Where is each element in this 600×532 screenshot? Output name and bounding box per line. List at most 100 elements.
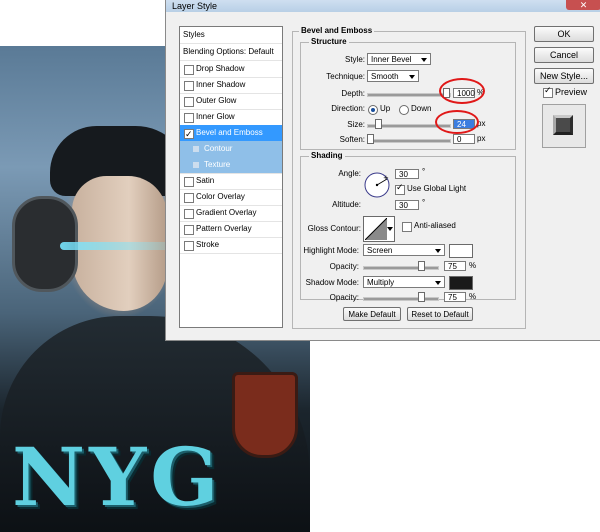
blending-options[interactable]: Blending Options: Default: [180, 44, 282, 61]
anti-aliased-label: Anti-aliased: [414, 221, 456, 230]
style-item-label: Drop Shadow: [196, 64, 245, 73]
svg-text:+: +: [383, 174, 389, 182]
style-item-satin[interactable]: Satin: [180, 173, 282, 190]
ok-button[interactable]: OK: [534, 26, 594, 42]
gloss-contour-picker[interactable]: [363, 216, 395, 242]
soften-slider-thumb[interactable]: [367, 134, 374, 144]
angle-dial-icon[interactable]: +: [363, 171, 391, 199]
checkbox[interactable]: [184, 193, 194, 203]
size-slider-thumb[interactable]: [375, 119, 382, 129]
close-button[interactable]: ✕: [566, 0, 600, 10]
chevron-down-icon[interactable]: [387, 227, 393, 231]
bevel-emboss-group: Bevel and Emboss Structure Style: Inner …: [292, 26, 526, 329]
checkbox[interactable]: [184, 97, 194, 107]
checkbox[interactable]: [184, 65, 194, 75]
style-item-inner-shadow[interactable]: Inner Shadow: [180, 77, 282, 94]
structure-group: Structure Style: Inner Bevel Technique: …: [300, 37, 516, 150]
checkbox[interactable]: [184, 209, 194, 219]
make-default-button[interactable]: Make Default: [343, 307, 401, 321]
highlight-opacity-label: Opacity:: [329, 262, 359, 271]
style-item-label: Bevel and Emboss: [196, 128, 263, 137]
anti-aliased-checkbox[interactable]: [402, 222, 412, 232]
soften-input[interactable]: 0: [453, 134, 475, 144]
style-item-label: Satin: [196, 176, 215, 185]
style-subitem-texture[interactable]: Texture: [180, 157, 282, 174]
style-item-label: Inner Glow: [196, 112, 235, 121]
direction-up-radio[interactable]: [368, 105, 378, 115]
reset-to-default-button[interactable]: Reset to Default: [407, 307, 473, 321]
use-global-light-checkbox[interactable]: [395, 182, 405, 195]
section-title: Bevel and Emboss: [299, 26, 375, 35]
style-item-color-overlay[interactable]: Color Overlay: [180, 189, 282, 206]
style-item-gradient-overlay[interactable]: Gradient Overlay: [180, 205, 282, 222]
title-bar: Layer Style ✕: [166, 0, 600, 12]
contour-icon: [193, 146, 199, 152]
altitude-unit: °: [422, 198, 426, 207]
checkbox[interactable]: [184, 81, 194, 91]
styles-header-label: Styles: [183, 30, 205, 39]
shadow-opacity-slider[interactable]: [363, 297, 439, 301]
angle-input[interactable]: 30: [395, 169, 419, 179]
depth-slider[interactable]: [367, 93, 451, 97]
style-item-outer-glow[interactable]: Outer Glow: [180, 93, 282, 110]
new-style-button[interactable]: New Style...: [534, 68, 594, 84]
shadow-opacity-input[interactable]: 75: [444, 292, 466, 302]
soften-unit: px: [477, 134, 486, 143]
shadow-opacity-label: Opacity:: [329, 293, 359, 302]
style-subitem-contour[interactable]: Contour: [180, 141, 282, 158]
checkbox[interactable]: [184, 113, 194, 123]
technique-label: Technique:: [326, 72, 365, 81]
checkbox[interactable]: [184, 177, 194, 187]
shading-title: Shading: [309, 151, 345, 160]
shadow-opacity-unit: %: [469, 292, 477, 301]
style-item-stroke[interactable]: Stroke: [180, 237, 282, 254]
style-item-label: Stroke: [196, 240, 220, 249]
shadow-opacity-thumb[interactable]: [418, 292, 425, 302]
highlight-color-swatch[interactable]: [449, 244, 473, 258]
texture-icon: [193, 162, 199, 168]
altitude-label: Altitude:: [332, 200, 361, 209]
depth-highlight-circle: [439, 78, 485, 104]
style-select[interactable]: Inner Bevel: [367, 53, 431, 65]
checkbox[interactable]: [184, 241, 194, 251]
style-item-drop-shadow[interactable]: Drop Shadow: [180, 61, 282, 78]
direction-down-radio[interactable]: [399, 105, 409, 115]
style-item-bevel-emboss[interactable]: Bevel and Emboss: [180, 125, 282, 142]
highlight-opacity-slider[interactable]: [363, 266, 439, 270]
highlight-mode-label: Highlight Mode:: [303, 246, 359, 255]
cancel-button[interactable]: Cancel: [534, 47, 594, 63]
preview-label: Preview: [555, 87, 588, 97]
technique-select[interactable]: Smooth: [367, 70, 419, 82]
contour-curve-icon: [365, 218, 387, 240]
use-global-light-label: Use Global Light: [407, 184, 467, 193]
highlight-opacity-input[interactable]: 75: [444, 261, 466, 271]
style-item-inner-glow[interactable]: Inner Glow: [180, 109, 282, 126]
checkbox[interactable]: [184, 225, 194, 235]
shadow-color-swatch[interactable]: [449, 276, 473, 290]
structure-title: Structure: [309, 37, 349, 46]
direction-down-label: Down: [411, 104, 432, 113]
highlight-opacity-thumb[interactable]: [418, 261, 425, 271]
altitude-input[interactable]: 30: [395, 200, 419, 210]
preview-thumbnail: [542, 104, 586, 148]
direction-label: Direction:: [331, 104, 365, 113]
style-item-label: Contour: [204, 144, 233, 153]
style-item-label: Inner Shadow: [196, 80, 246, 89]
soften-label: Soften:: [339, 135, 365, 144]
style-item-pattern-overlay[interactable]: Pattern Overlay: [180, 221, 282, 238]
highlight-mode-select[interactable]: Screen: [363, 244, 445, 256]
layer-style-dialog: Layer Style ✕ Styles Blending Options: D…: [165, 0, 600, 341]
blending-options-label: Blending Options: Default: [183, 47, 274, 56]
style-item-label: Color Overlay: [196, 192, 245, 201]
direction-up-label: Up: [380, 104, 391, 113]
gloss-contour-label: Gloss Contour:: [307, 224, 361, 233]
checkbox-checked[interactable]: [184, 126, 194, 142]
preview-checkbox[interactable]: [543, 85, 553, 98]
soften-slider[interactable]: [367, 139, 451, 143]
shading-group: Shading Angle: + 30 ° Use Global Light A…: [300, 151, 516, 302]
style-label: Style:: [344, 55, 365, 64]
window-title: Layer Style: [172, 1, 218, 11]
shadow-mode-select[interactable]: Multiply: [363, 276, 445, 288]
style-item-label: Outer Glow: [196, 96, 237, 105]
styles-header[interactable]: Styles: [180, 27, 282, 44]
